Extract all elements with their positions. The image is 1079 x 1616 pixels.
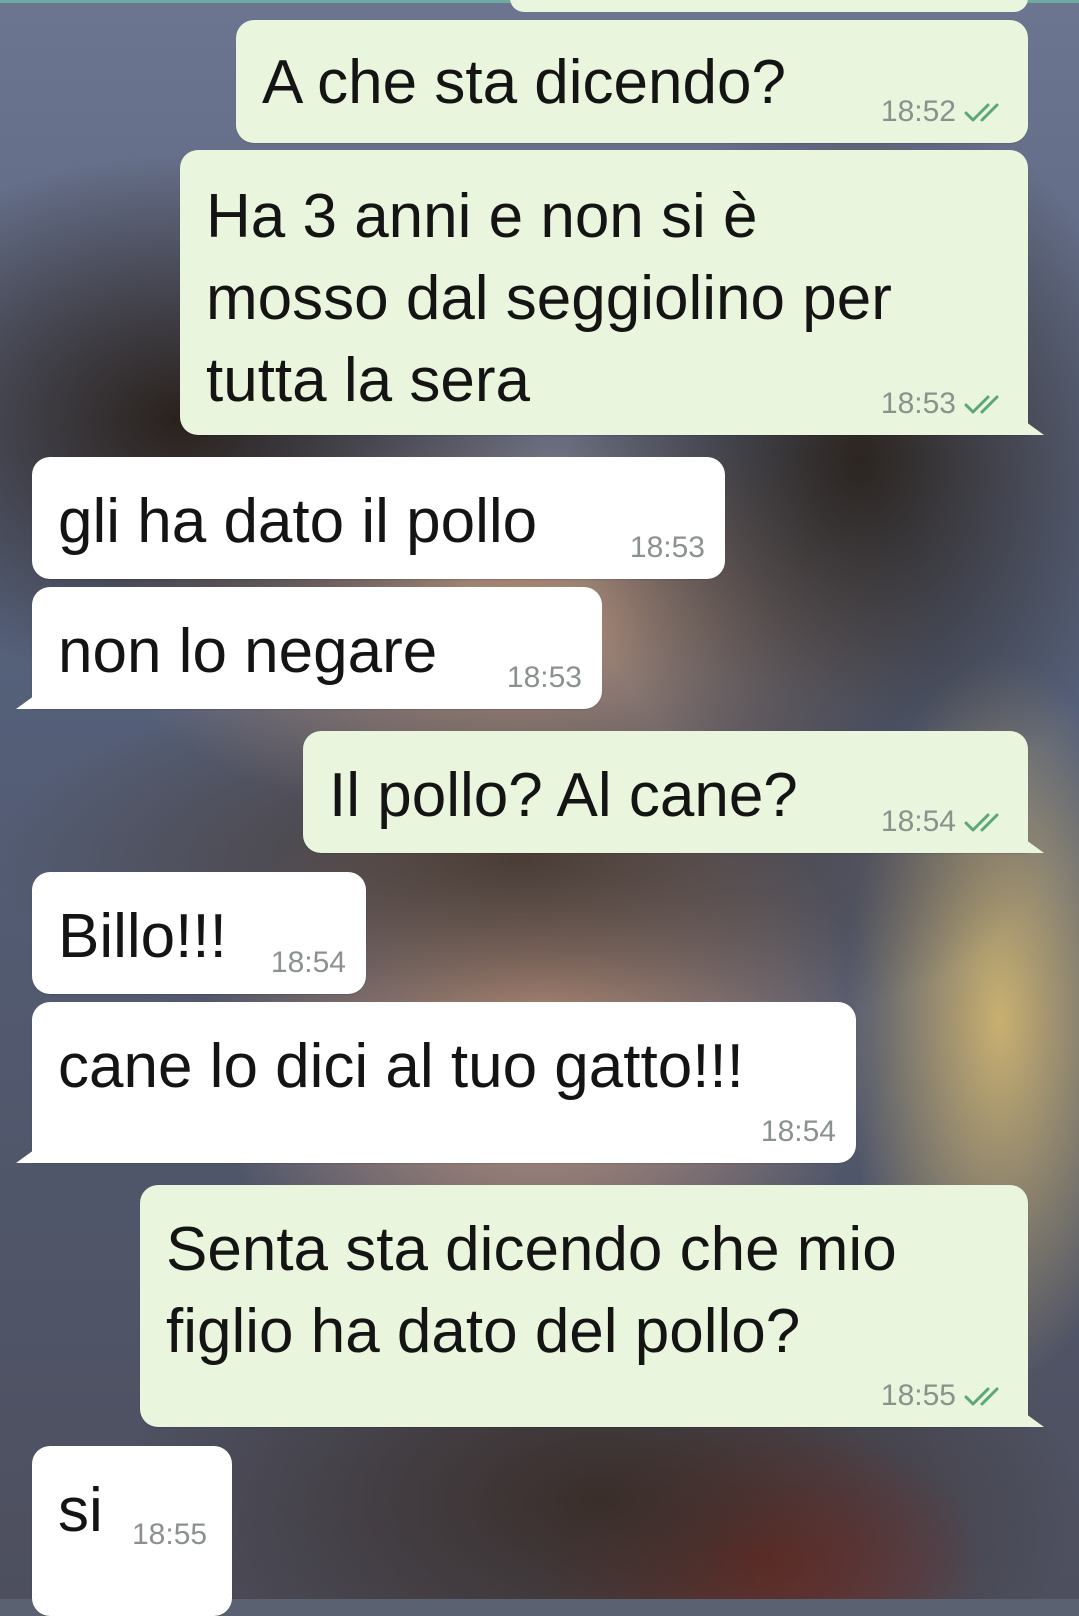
message-bubble-incoming[interactable]: si 18:55: [32, 1446, 232, 1616]
message-meta: 18:54: [881, 805, 1010, 839]
message-time: 18:54: [270, 946, 346, 979]
double-check-icon: [964, 1387, 999, 1406]
message-time: 18:55: [880, 1379, 956, 1412]
message-text: A che sta dicendo?: [262, 48, 786, 117]
message-meta: 18:55: [132, 1518, 207, 1552]
message-meta: 18:53: [507, 661, 582, 695]
message-time: 18:54: [760, 1115, 836, 1148]
double-check-icon: [964, 103, 999, 122]
message-bubble-incoming[interactable]: cane lo dici al tuo gatto!!! 18:54: [16, 1002, 856, 1163]
message-bubble-outgoing[interactable]: Il pollo? Al cane? 18:54: [303, 731, 1044, 853]
message-time: 18:52: [880, 95, 956, 128]
message-meta: 18:54: [271, 946, 346, 980]
message-time: 18:54: [880, 805, 956, 838]
message-meta: 18:55: [881, 1379, 1010, 1413]
message-bubble-incoming[interactable]: non lo negare 18:53: [16, 587, 602, 709]
message-bubble-incoming[interactable]: Billo!!! 18:54: [32, 872, 366, 994]
message-time: 18:53: [880, 387, 956, 420]
message-meta: 18:54: [761, 1115, 836, 1149]
message-meta: 18:53: [630, 531, 705, 565]
message-time: 18:55: [132, 1518, 208, 1551]
double-check-icon: [964, 395, 999, 414]
message-bubble-outgoing[interactable]: Ha 3 anni e non si è mosso dal seggiolin…: [180, 150, 1044, 435]
message-text: cane lo dici al tuo gatto!!!: [58, 1032, 744, 1101]
message-text: gli ha dato il pollo: [58, 487, 538, 556]
message-text: Ha 3 anni e non si è mosso dal seggiolin…: [206, 182, 892, 415]
message-text: Il pollo? Al cane?: [329, 761, 798, 830]
message-text: non lo negare: [58, 617, 438, 686]
message-text: si: [58, 1476, 103, 1545]
message-bubble-outgoing[interactable]: Senta sta dicendo che mio figlio ha dato…: [140, 1185, 1044, 1427]
message-meta: 18:53: [881, 387, 1010, 421]
message-time: 18:53: [506, 661, 582, 694]
message-bubble-incoming[interactable]: gli ha dato il pollo 18:53: [32, 457, 725, 579]
message-text: Billo!!!: [58, 902, 227, 971]
message-text: Senta sta dicendo che mio figlio ha dato…: [166, 1215, 897, 1366]
message-bubble-outgoing[interactable]: A che sta dicendo? 18:52: [236, 20, 1028, 143]
previous-message-bubble[interactable]: [510, 0, 1028, 12]
message-time: 18:53: [629, 531, 705, 564]
message-meta: 18:52: [881, 95, 1010, 129]
double-check-icon: [964, 813, 999, 832]
